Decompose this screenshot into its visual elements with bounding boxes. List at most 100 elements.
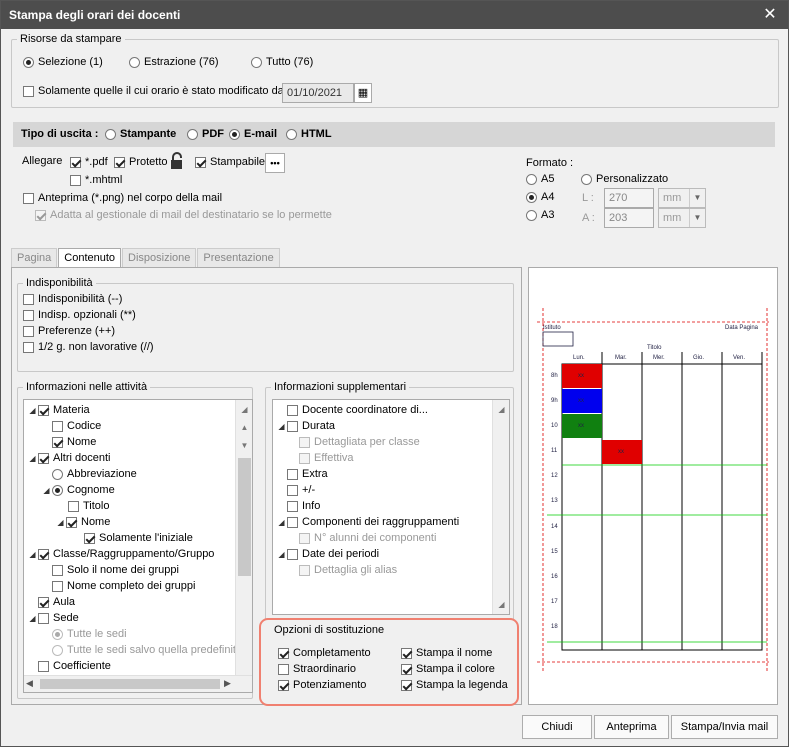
- preview-hour: 14: [551, 524, 558, 530]
- list-item-extra[interactable]: Extra: [287, 466, 328, 482]
- radio-email[interactable]: E-mail: [229, 127, 277, 141]
- list-item-nome[interactable]: Nome: [52, 434, 96, 450]
- list-item-n-alunni[interactable]: N° alunni dei componenti: [299, 530, 436, 546]
- scroll-left-icon[interactable]: ◀: [26, 678, 33, 689]
- chiudi-button[interactable]: Chiudi: [522, 715, 592, 739]
- anteprima-button[interactable]: Anteprima: [594, 715, 669, 739]
- formato-label: Formato :: [526, 157, 574, 169]
- close-icon[interactable]: ✕: [760, 1, 780, 29]
- checkbox-preferenze[interactable]: Preferenze (++): [23, 324, 115, 338]
- radio-pdf[interactable]: PDF: [187, 127, 224, 141]
- calendar-icon[interactable]: ▦: [354, 83, 372, 103]
- attivita-hscrollbar[interactable]: ◀ ▶: [24, 675, 252, 692]
- date-field[interactable]: 01/10/2021: [282, 83, 354, 103]
- supp-scroll-bottom-icon[interactable]: ◢: [494, 597, 509, 612]
- list-item-nome-docente[interactable]: ◢ Nome: [56, 514, 110, 530]
- supplementari-legend: Informazioni supplementari: [274, 381, 407, 393]
- checkbox-stampa-legenda[interactable]: Stampa la legenda: [401, 678, 508, 692]
- list-item-altri-docenti[interactable]: ◢ Altri docenti: [28, 450, 110, 466]
- radio-estrazione[interactable]: Estrazione (76): [129, 55, 219, 69]
- checkbox-adatta[interactable]: Adatta al gestionale di mail del destina…: [35, 208, 332, 222]
- radio-personalizzato[interactable]: Personalizzato: [581, 172, 668, 186]
- attivita-hscroll-thumb[interactable]: [40, 679, 220, 689]
- checkbox-completamento[interactable]: Completamento: [278, 646, 371, 660]
- list-item-effettiva[interactable]: Effettiva: [299, 450, 354, 466]
- list-item-classe[interactable]: ◢ Classe/Raggruppamento/Gruppo: [28, 546, 214, 562]
- tab-presentazione[interactable]: Presentazione: [197, 248, 280, 268]
- radio-selezione[interactable]: Selezione (1): [23, 55, 103, 69]
- list-item-tutte-sedi[interactable]: Tutte le sedi: [52, 626, 127, 642]
- checkbox-anteprima[interactable]: Anteprima (*.png) nel corpo della mail: [23, 191, 222, 205]
- checkbox-pdf[interactable]: *.pdf: [70, 155, 108, 169]
- preview-hour: 17: [551, 599, 558, 605]
- list-item-codice[interactable]: Codice: [52, 418, 101, 434]
- attivita-vscrollbar[interactable]: ◢ ▲ ▼: [235, 400, 252, 676]
- tab-contenuto[interactable]: Contenuto: [58, 248, 122, 269]
- radio-a3[interactable]: A3: [526, 208, 554, 222]
- list-item-aula[interactable]: Aula: [38, 594, 75, 610]
- list-item-iniziale[interactable]: Solamente l'iniziale: [84, 530, 193, 546]
- preview-day: Ven.: [733, 355, 746, 361]
- stampa-invia-button[interactable]: Stampa/Invia mail: [671, 715, 778, 739]
- checkbox-indisp[interactable]: Indisponibilità (--): [23, 292, 122, 306]
- preview-hour: 16: [551, 574, 558, 580]
- preview-cell-label: xx: [578, 398, 584, 404]
- radio-a4[interactable]: A4: [526, 190, 554, 204]
- list-item-solo-gruppi[interactable]: Solo il nome dei gruppi: [52, 562, 179, 578]
- list-item-durata[interactable]: ◢ Durata: [277, 418, 335, 434]
- scroll-right-icon[interactable]: ▶: [224, 678, 231, 689]
- supp-scroll-top-icon[interactable]: ◢: [494, 402, 509, 417]
- list-item-coordinatore[interactable]: Docente coordinatore di...: [287, 402, 428, 418]
- list-item-alias[interactable]: Dettaglia gli alias: [299, 562, 397, 578]
- checkbox-mhtml[interactable]: *.mhtml: [70, 173, 122, 187]
- list-item-materia[interactable]: ◢ Materia: [28, 402, 89, 418]
- more-options-button[interactable]: •••: [265, 153, 285, 173]
- scroll-top-icon[interactable]: ◢: [237, 402, 252, 417]
- checkbox-straordinario[interactable]: Straordinario: [278, 662, 356, 676]
- attivita-legend: Informazioni nelle attività: [26, 381, 148, 393]
- list-item-nome-completo[interactable]: Nome completo dei gruppi: [52, 578, 195, 594]
- scroll-up-icon[interactable]: ▲: [237, 420, 252, 435]
- height-field[interactable]: 203: [604, 208, 654, 228]
- supplementari-list[interactable]: Docente coordinatore di... ◢ Durata Detta…: [272, 399, 510, 615]
- checkbox-modified[interactable]: Solamente quelle il cui orario è stato m…: [23, 84, 286, 98]
- preview-hour: 9h: [551, 398, 558, 404]
- list-item-componenti[interactable]: ◢ Componenti dei raggruppamenti: [277, 514, 459, 530]
- scroll-down-icon[interactable]: ▼: [237, 438, 252, 453]
- width-field[interactable]: 270: [604, 188, 654, 208]
- dialog-title: Stampa degli orari dei docenti: [9, 8, 181, 22]
- checkbox-potenziamento[interactable]: Potenziamento: [278, 678, 366, 692]
- radio-stampante[interactable]: Stampante: [105, 127, 176, 141]
- supplementari-vscrollbar[interactable]: ◢ ◢: [492, 400, 509, 614]
- height-unit-select[interactable]: mm ▼: [658, 208, 706, 228]
- radio-html[interactable]: HTML: [286, 127, 332, 141]
- tab-pagina[interactable]: Pagina: [11, 248, 58, 268]
- preview-titolo: Titolo: [647, 345, 662, 351]
- attivita-list[interactable]: ◢ Materia Codice Nome ◢ Altri docenti Abbr…: [23, 399, 253, 693]
- checkbox-indisp-opz[interactable]: Indisp. opzionali (**): [23, 308, 136, 322]
- list-item-tutte-sedi-salvo[interactable]: Tutte le sedi salvo quella predefinita: [52, 642, 242, 658]
- preview-day: Mar.: [615, 355, 627, 361]
- radio-a5[interactable]: A5: [526, 172, 554, 186]
- list-item-titolo[interactable]: Titolo: [68, 498, 110, 514]
- preview-cell-label: xx: [578, 423, 584, 429]
- checkbox-protetto[interactable]: Protetto: [114, 155, 168, 169]
- list-item-sede[interactable]: ◢ Sede: [28, 610, 78, 626]
- list-item-plus-minus[interactable]: +/-: [287, 482, 315, 498]
- tab-disposizione[interactable]: Disposizione: [122, 248, 197, 268]
- list-item-abbreviazione[interactable]: Abbreviazione: [52, 466, 137, 482]
- checkbox-stampa-nome[interactable]: Stampa il nome: [401, 646, 492, 660]
- attivita-scroll-thumb[interactable]: [238, 458, 251, 576]
- radio-tutto[interactable]: Tutto (76): [251, 55, 313, 69]
- list-item-info[interactable]: Info: [287, 498, 320, 514]
- list-item-dettagliata[interactable]: Dettagliata per classe: [299, 434, 420, 450]
- width-unit-select[interactable]: mm ▼: [658, 188, 706, 208]
- preview-hour: 15: [551, 549, 558, 555]
- checkbox-stampabile[interactable]: Stampabile: [195, 155, 265, 169]
- checkbox-stampa-colore[interactable]: Stampa il colore: [401, 662, 495, 676]
- list-item-cognome[interactable]: ◢ Cognome: [42, 482, 114, 498]
- preview-hour: 12: [551, 473, 558, 479]
- checkbox-non-lavorative[interactable]: 1/2 g. non lavorative (//): [23, 340, 154, 354]
- list-item-coefficiente[interactable]: Coefficiente: [38, 658, 111, 674]
- list-item-date-periodi[interactable]: ◢ Date dei periodi: [277, 546, 379, 562]
